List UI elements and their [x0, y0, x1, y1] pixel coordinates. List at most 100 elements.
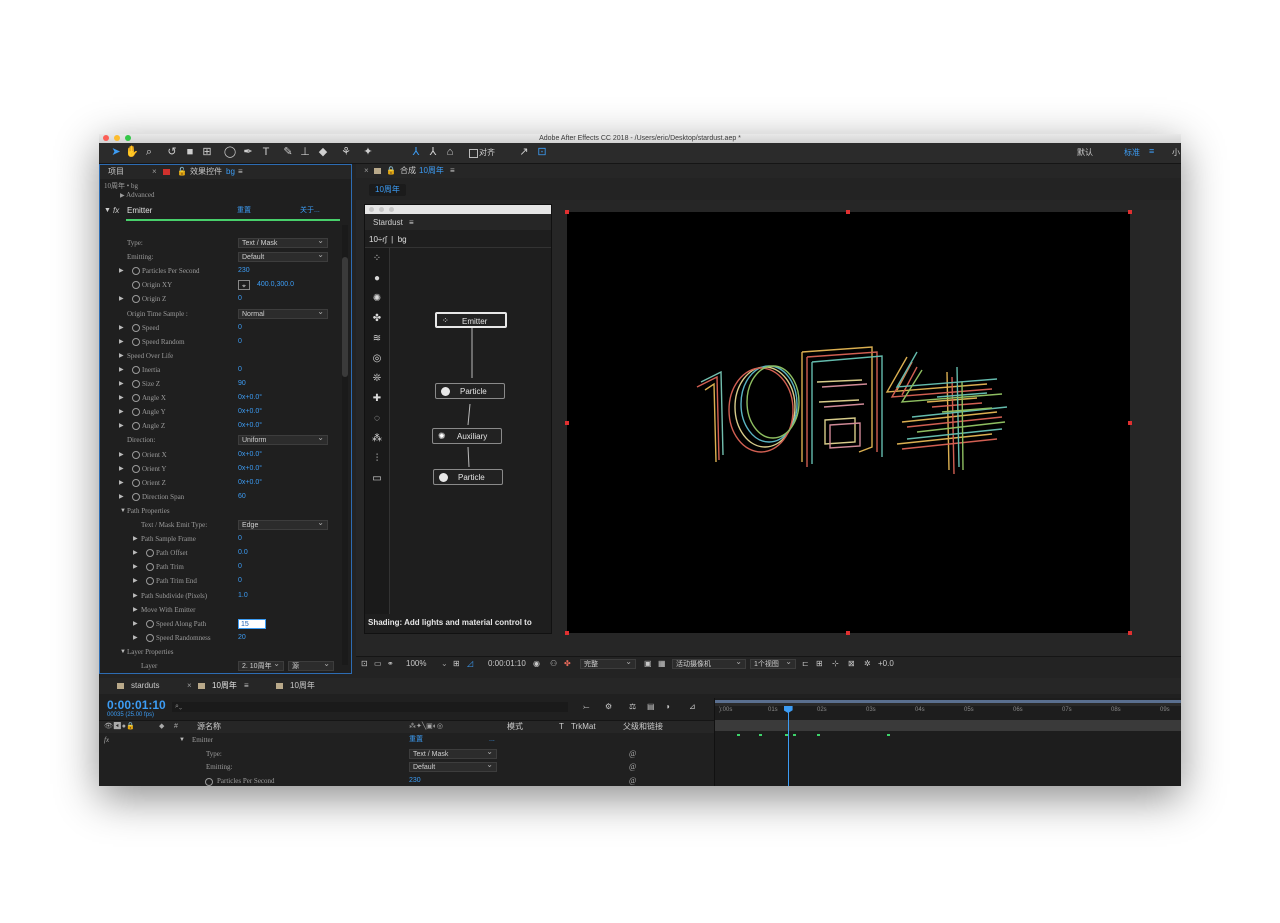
property-select-secondary[interactable]: 源: [288, 659, 334, 671]
expand-triangle-icon[interactable]: ▶: [133, 631, 138, 645]
resolution-select[interactable]: 完整: [580, 657, 636, 669]
bounding-handle[interactable]: [1128, 421, 1132, 425]
panel-menu-icon[interactable]: ≡: [238, 165, 243, 179]
effect-property-row[interactable]: ▶ Direction Span 60: [100, 490, 340, 504]
av-switches-icon[interactable]: 👁◀●🔒: [104, 721, 135, 733]
effect-controls-scrollbar[interactable]: [342, 225, 348, 665]
text-tool-icon[interactable]: T: [259, 146, 273, 159]
property-value[interactable]: 0x+0.0°: [238, 462, 262, 476]
auxiliary-node[interactable]: ✺ Auxiliary: [432, 428, 502, 444]
property-value[interactable]: 0: [238, 532, 242, 546]
property-value[interactable]: 0x+0.0°: [238, 448, 262, 462]
effect-property-row[interactable]: ▶ Speed Random 0: [100, 335, 340, 349]
shy-icon[interactable]: ⚖: [629, 700, 636, 714]
work-area-bar[interactable]: [715, 700, 1181, 706]
vr-icon[interactable]: ⚭: [387, 657, 394, 671]
stopwatch-icon[interactable]: [146, 633, 154, 642]
workspace-default[interactable]: 默认: [1077, 147, 1093, 158]
stopwatch-icon[interactable]: [146, 549, 154, 558]
stopwatch-icon[interactable]: [132, 323, 140, 332]
comp-menu-icon[interactable]: ≡: [450, 164, 455, 178]
property-select[interactable]: Text / Mask: [238, 236, 328, 248]
monitor-icon[interactable]: ▭: [374, 657, 382, 671]
effect-property-row[interactable]: ▼ Path Properties: [100, 504, 340, 518]
advanced-group[interactable]: ▶ Advanced: [120, 191, 155, 199]
expression-pickwhip-icon[interactable]: @: [629, 747, 636, 761]
expand-triangle-icon[interactable]: ▶: [119, 335, 124, 349]
stardust-close-button[interactable]: [369, 207, 374, 212]
hand-tool-icon[interactable]: ✋: [125, 146, 139, 159]
comp-canvas[interactable]: [567, 212, 1130, 633]
stopwatch-icon[interactable]: [132, 281, 140, 290]
expand-triangle-icon[interactable]: ▶: [119, 321, 124, 335]
keyframe-marker[interactable]: [817, 734, 820, 736]
stopwatch-icon[interactable]: [132, 492, 140, 501]
expand-triangle-icon[interactable]: ▶: [119, 391, 124, 405]
effect-property-row[interactable]: Direction: Uniform: [100, 433, 340, 447]
property-value[interactable]: 0: [238, 574, 242, 588]
source-name-header[interactable]: 源名称: [197, 721, 221, 733]
property-value[interactable]: 0: [238, 560, 242, 574]
expand-triangle-icon[interactable]: ▶: [119, 490, 124, 504]
effect-property-row[interactable]: ▶ Orient X 0x+0.0°: [100, 448, 340, 462]
expand-triangle-icon[interactable]: ▶: [119, 476, 124, 490]
property-value[interactable]: 0: [238, 363, 242, 377]
expression-pickwhip-icon[interactable]: @: [629, 760, 636, 774]
effect-property-row[interactable]: ▶ Orient Z 0x+0.0°: [100, 476, 340, 490]
effect-property-row[interactable]: ▶ Angle X 0x+0.0°: [100, 391, 340, 405]
motion-blur-icon[interactable]: ◑: [665, 700, 670, 714]
parent-header[interactable]: 父级和链接: [623, 721, 663, 733]
effect-property-row[interactable]: ▶ Orient Y 0x+0.0°: [100, 462, 340, 476]
mode-header[interactable]: 模式: [507, 721, 523, 733]
timeline-row-more[interactable]: ...: [489, 733, 495, 747]
stopwatch-icon[interactable]: [132, 478, 140, 487]
property-value-input[interactable]: 15: [238, 618, 266, 629]
timeline-tab-close-icon[interactable]: ×: [187, 679, 192, 693]
workspace-standard[interactable]: 标准: [1124, 147, 1140, 158]
expand-triangle-icon[interactable]: ▶: [119, 363, 124, 377]
fast-preview-icon[interactable]: ⊠: [848, 657, 855, 671]
stopwatch-icon[interactable]: [132, 422, 140, 431]
bounding-handle[interactable]: [565, 210, 569, 214]
property-select[interactable]: Default: [238, 250, 328, 263]
comp-tab-name[interactable]: 10周年: [419, 164, 444, 178]
effect-property-row[interactable]: Type: Text / Mask: [100, 236, 340, 250]
keyframe-marker[interactable]: [737, 734, 740, 736]
bounding-handle[interactable]: [565, 631, 569, 635]
camera-tool-icon[interactable]: ■: [183, 146, 197, 159]
expand-triangle-icon[interactable]: ▶: [119, 264, 124, 278]
snap-icon[interactable]: ⊡: [535, 146, 549, 159]
zoom-dropdown-icon[interactable]: ⌄: [441, 657, 448, 671]
effect-property-row[interactable]: ▶ Move With Emitter: [100, 603, 340, 617]
property-value[interactable]: 0x+0.0°: [238, 405, 262, 419]
collapse-triangle-icon[interactable]: ▼: [120, 504, 126, 518]
expand-triangle-icon[interactable]: ▶: [133, 589, 138, 603]
work-area-range[interactable]: [715, 700, 1181, 703]
property-value[interactable]: 400.0,300.0: [257, 278, 294, 292]
effect-property-row[interactable]: ▶ Origin Z 0: [100, 292, 340, 306]
workspace-menu-icon[interactable]: ≡: [1149, 146, 1154, 156]
effect-property-row[interactable]: ▶ Speed 0: [100, 321, 340, 335]
views-select[interactable]: 1个视图: [750, 657, 796, 669]
emitter-node[interactable]: ⁘ Emitter: [435, 312, 507, 328]
effect-property-row[interactable]: Emitting: Default: [100, 250, 340, 264]
fx-icon[interactable]: fx: [113, 202, 119, 219]
timeline-row-select[interactable]: Text / Mask: [409, 747, 497, 759]
expand-triangle-icon[interactable]: ▶: [119, 292, 124, 306]
stopwatch-icon[interactable]: [146, 577, 154, 586]
expand-triangle-icon[interactable]: ▶: [133, 574, 138, 588]
property-value[interactable]: 1.0: [238, 589, 248, 603]
expand-triangle-icon[interactable]: ▶: [133, 532, 138, 546]
expand-triangle-icon[interactable]: ▶: [119, 419, 124, 433]
expand-triangle-icon[interactable]: ▶: [133, 617, 138, 631]
timeline-tab-active[interactable]: 10周年: [212, 679, 237, 693]
toggle-pixel-icon[interactable]: ⊏: [802, 657, 809, 671]
expand-triangle-icon[interactable]: ▶: [133, 560, 138, 574]
effect-property-row[interactable]: ▼ Layer Properties: [100, 645, 340, 659]
effect-property-row[interactable]: ▶ Inertia 0: [100, 363, 340, 377]
timeline-timecode[interactable]: 0:00:01:10: [107, 698, 166, 712]
region-icon[interactable]: ◿: [467, 657, 473, 671]
clone-stamp-tool-icon[interactable]: ⊥: [298, 146, 312, 159]
frame-blending-icon[interactable]: ▤: [647, 700, 655, 714]
puppet-tool-icon[interactable]: ✦: [361, 146, 375, 159]
